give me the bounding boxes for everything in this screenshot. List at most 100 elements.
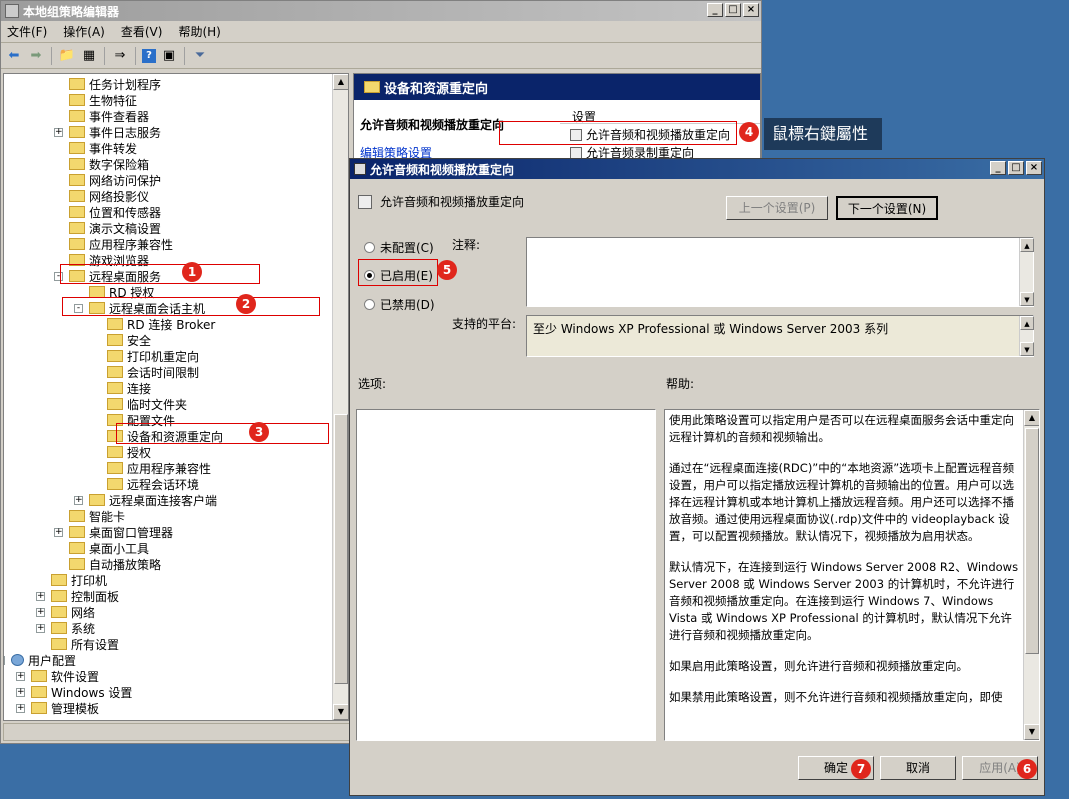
tree-node[interactable]: - 远程桌面服务 [54,268,161,284]
dialog-minimize-button[interactable]: _ [990,161,1006,175]
collapse-icon[interactable]: - [54,271,63,281]
column-header-setting[interactable]: 设置 [560,108,760,124]
maximize-button[interactable]: □ [725,3,741,17]
tree-node[interactable]: 打印机重定向 [92,348,199,364]
folder-icon [69,254,85,266]
tree-node[interactable]: 网络访问保护 [54,172,161,188]
menu-view[interactable]: 查看(V) [121,23,163,40]
next-setting-button[interactable]: 下一个设置(N) [836,196,938,220]
tree-node[interactable]: + 事件日志服务 [54,124,161,140]
tree-node[interactable]: 自动播放策略 [54,556,161,572]
tree-node[interactable]: 设备和资源重定向 [92,428,223,444]
menu-action[interactable]: 操作(A) [63,23,105,40]
expand-icon[interactable]: + [54,127,63,137]
tree-node[interactable]: + 桌面窗口管理器 [54,524,173,540]
comment-label: 注释: [452,238,481,252]
forward-arrow-icon[interactable]: ➡ [27,47,45,65]
tree-node[interactable]: + Windows 设置 [16,684,132,700]
help-icon[interactable]: ? [142,48,156,63]
tree-node[interactable]: 位置和传感器 [54,204,161,220]
tree-node[interactable]: RD 授权 [74,284,154,300]
minimize-button[interactable]: _ [707,3,723,17]
cancel-button[interactable]: 取消 [880,756,956,780]
tree-node[interactable]: 应用程序兼容性 [92,460,211,476]
expand-icon[interactable]: + [54,527,63,537]
tree-node[interactable]: 桌面小工具 [54,540,149,556]
radio-not-configured[interactable]: 未配置(C) [364,239,434,256]
radio-circle[interactable] [364,299,375,310]
scroll-thumb[interactable] [334,414,348,684]
tree-node[interactable]: 事件查看器 [54,108,149,124]
tree-node[interactable]: + 网络 [36,604,95,620]
comment-textarea[interactable]: ▲ ▼ [526,237,1034,307]
expand-icon[interactable]: + [74,495,83,505]
tree-node[interactable]: + 软件设置 [16,668,99,684]
tree-node[interactable]: - 用户配置 [4,652,76,668]
tree-node[interactable]: + 系统 [36,620,95,636]
expand-icon[interactable]: + [36,607,45,617]
help-panel: 使用此策略设置可以指定用户是否可以在远程桌面服务会话中重定向远程计算机的音频和视… [664,409,1040,741]
radio-enabled[interactable]: 已启用(E) [364,267,433,284]
tree-node[interactable]: 远程会话环境 [92,476,199,492]
tree-node[interactable]: 会话时间限制 [92,364,199,380]
tree-node[interactable]: 授权 [92,444,151,460]
expand-icon[interactable]: + [16,703,25,713]
tree-scrollbar[interactable]: ▲ ▼ [332,74,348,720]
expand-icon[interactable]: + [36,623,45,633]
tree-node[interactable]: + 管理模板 [16,700,99,716]
radio-circle[interactable] [364,242,375,253]
list-item[interactable]: 允许音频和视频播放重定向 [570,126,730,143]
folder-icon [31,702,47,714]
tree-node[interactable]: 智能卡 [54,508,125,524]
previous-setting-button[interactable]: 上一个设置(P) [726,196,828,220]
tree-node[interactable]: 配置文件 [92,412,175,428]
tree-node[interactable]: 网络投影仪 [54,188,149,204]
radio-circle-selected[interactable] [364,270,375,281]
tree-node[interactable]: 事件转发 [54,140,137,156]
back-arrow-icon[interactable]: ⬅ [5,47,23,65]
help-scrollbar[interactable]: ▲ ▼ [1023,410,1039,740]
expand-icon[interactable]: + [16,687,25,697]
scroll-thumb[interactable] [1025,428,1039,654]
tree-node-label: 网络投影仪 [89,189,150,204]
tree-node[interactable]: 连接 [92,380,151,396]
tree-node[interactable]: 数字保险箱 [54,156,149,172]
dialog-close-button[interactable]: × [1026,161,1042,175]
up-folder-icon[interactable]: 📁 [58,47,76,65]
properties-icon[interactable]: ▣ [160,47,178,65]
expand-icon[interactable]: + [16,671,25,681]
tree-node[interactable]: 临时文件夹 [92,396,187,412]
tree-node[interactable]: 任务计划程序 [54,76,161,92]
export-list-icon[interactable]: ⇒ [111,47,129,65]
tree-node[interactable]: 演示文稿设置 [54,220,161,236]
tree-node[interactable]: 应用程序兼容性 [54,236,173,252]
tree-node[interactable]: + 远程桌面连接客户端 [74,492,217,508]
close-button[interactable]: × [743,3,759,17]
scroll-down-button[interactable]: ▼ [333,704,348,720]
tree-node-label: 打印机 [71,573,108,588]
tree-node[interactable]: RD 连接 Broker [92,316,215,332]
scroll-up-button[interactable]: ▲ [333,74,348,90]
tree-node[interactable]: + 控制面板 [36,588,119,604]
radio-disabled[interactable]: 已禁用(D) [364,296,435,313]
dialog-maximize-button[interactable]: □ [1008,161,1024,175]
tree-node[interactable]: 所有设置 [36,636,119,652]
collapse-icon[interactable]: - [74,303,83,313]
menu-file[interactable]: 文件(F) [7,23,47,40]
filter-icon[interactable]: ⏷ [191,47,209,65]
tree-node-label: 网络 [71,605,96,620]
tree-node-label: 智能卡 [89,509,126,524]
tree-node-label: 所有设置 [71,637,120,652]
tree-node[interactable]: 游戏浏览器 [54,252,149,268]
expand-icon[interactable]: + [36,591,45,601]
tree-node[interactable]: 安全 [92,332,151,348]
menu-help[interactable]: 帮助(H) [178,23,220,40]
scroll-down-button[interactable]: ▼ [1024,724,1039,740]
tree-node[interactable]: 生物特征 [54,92,137,108]
tree-node[interactable]: - 远程桌面会话主机 [74,300,205,316]
tree-node[interactable]: 打印机 [36,572,107,588]
folder-icon [69,190,85,202]
scroll-up-button[interactable]: ▲ [1024,410,1039,426]
collapse-icon[interactable]: - [4,655,5,665]
show-hide-tree-icon[interactable]: ▦ [80,47,98,65]
